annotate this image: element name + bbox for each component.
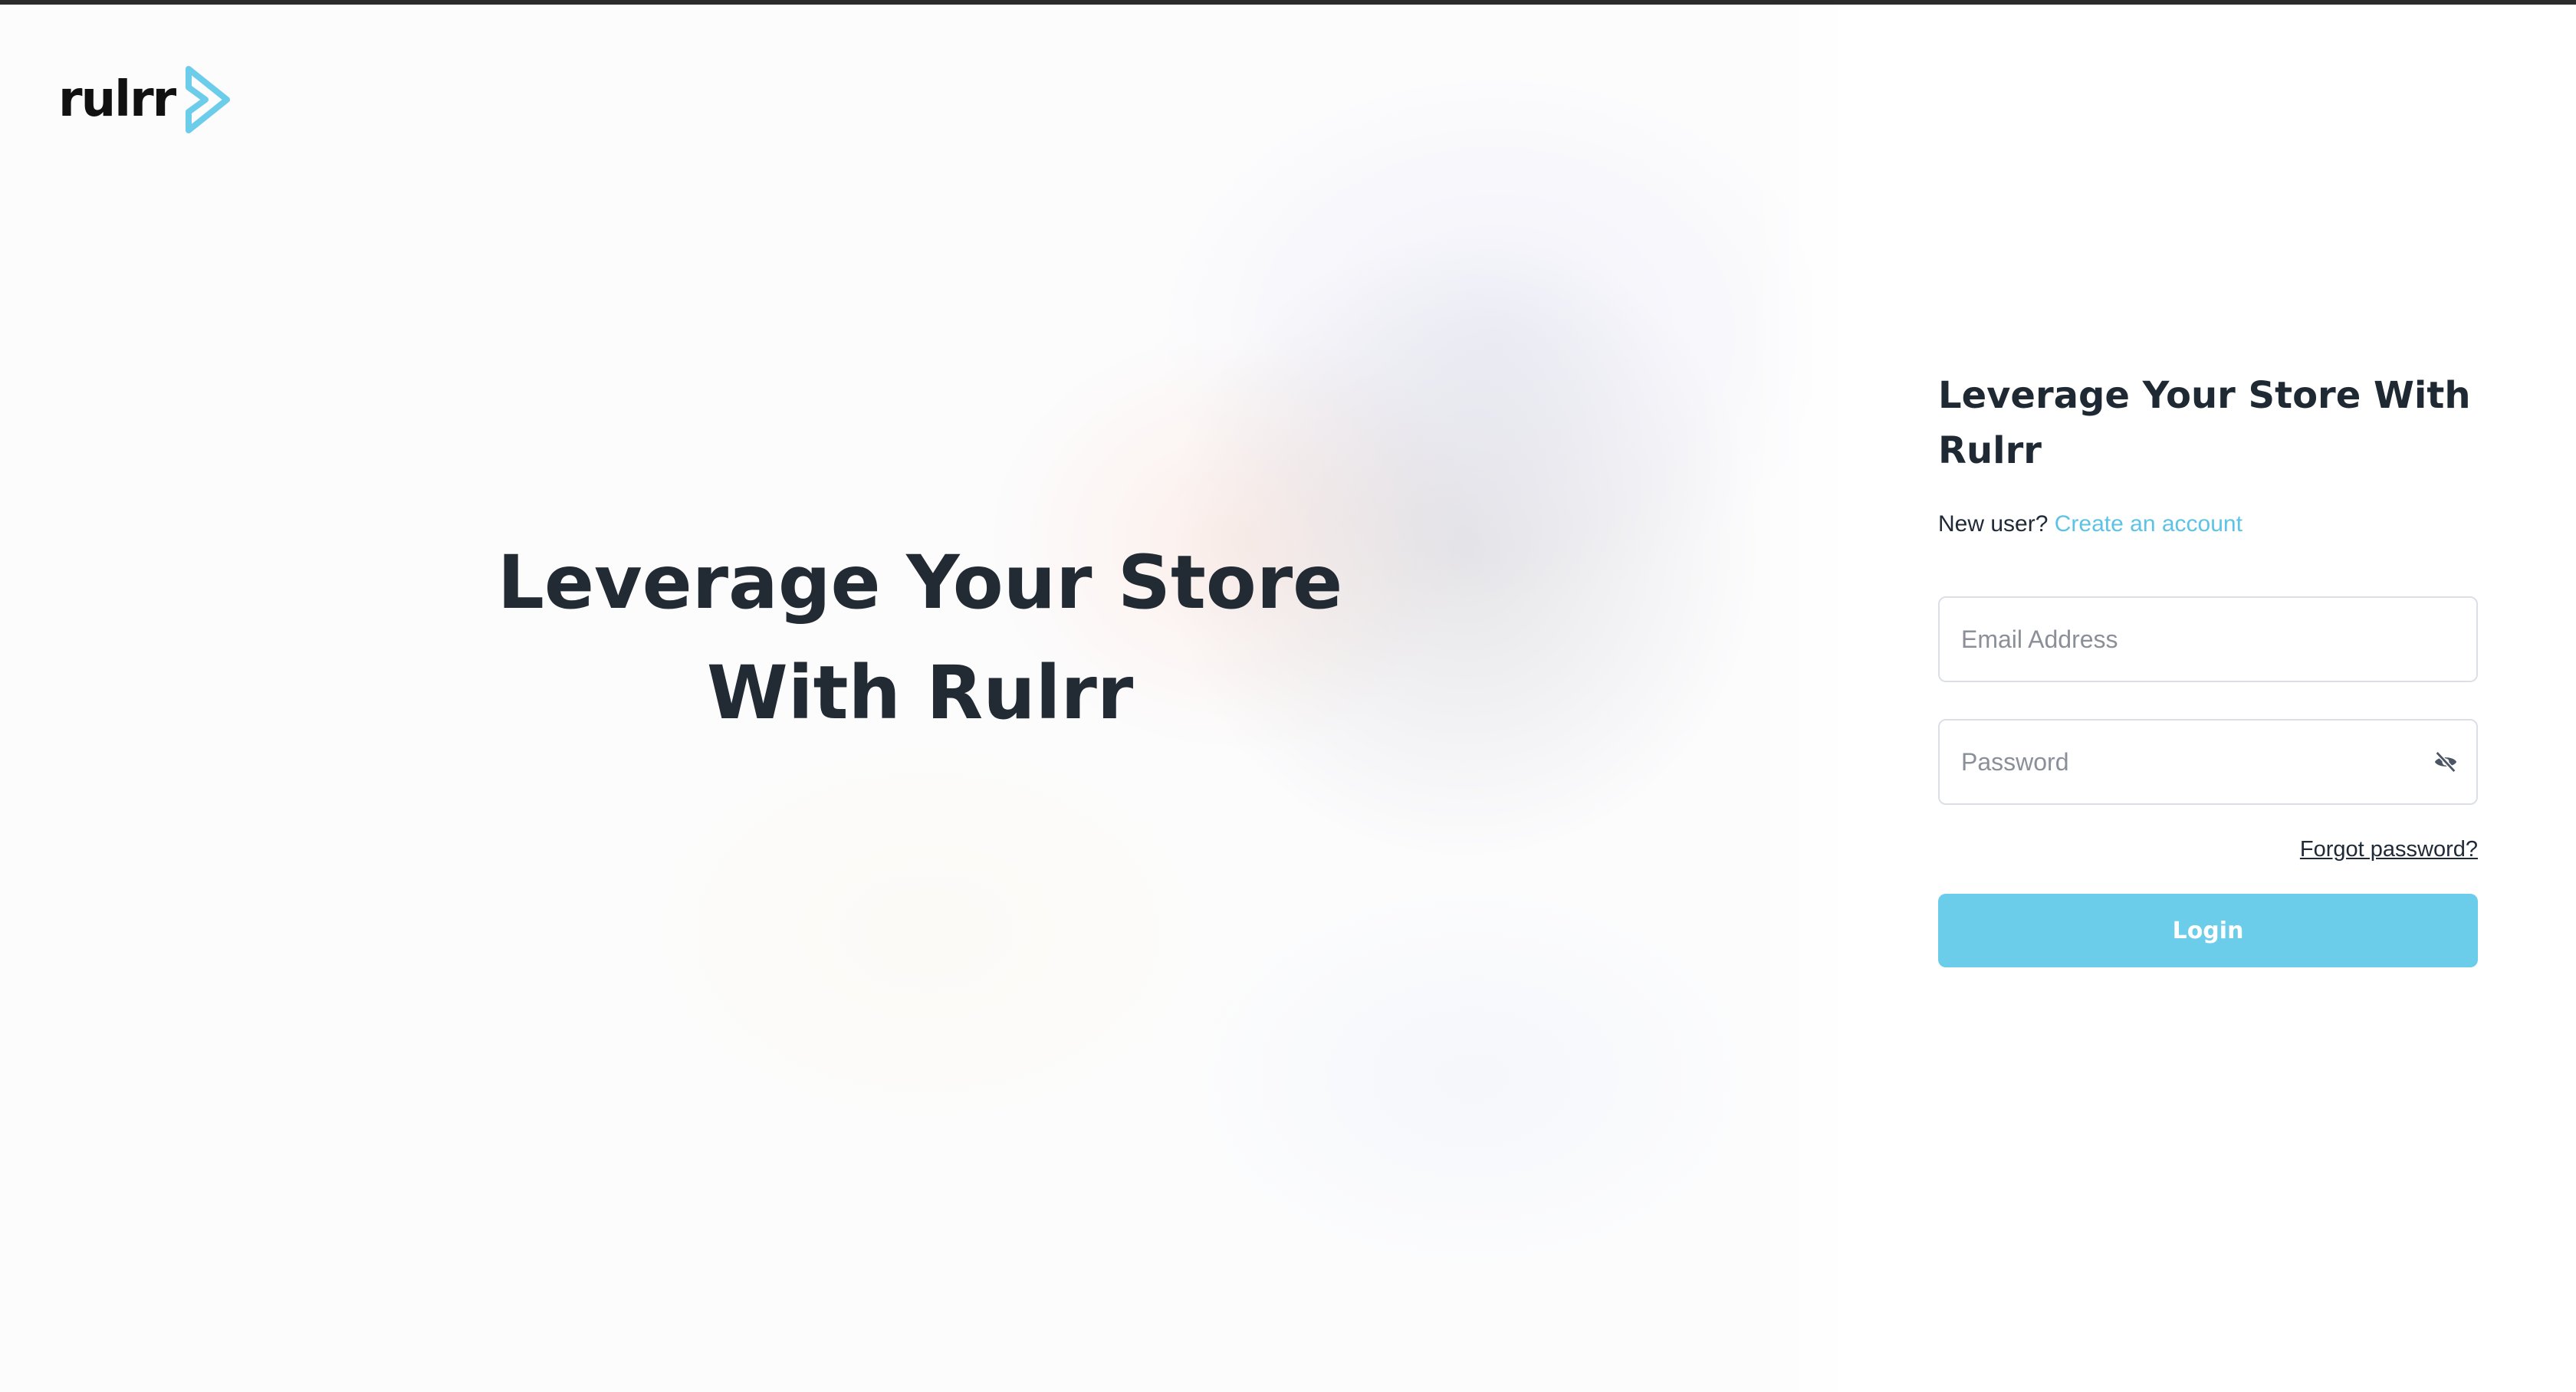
forgot-password-row: Forgot password? [1938,834,2478,865]
signup-prompt: New user? Create an account [1938,509,2478,540]
login-form: Leverage Your Store With Rulrr New user?… [1938,368,2478,967]
new-user-text: New user? [1938,511,2049,537]
login-title: Leverage Your Store With Rulrr [1938,374,2471,472]
brand-logo[interactable]: rulrr [58,63,233,136]
login-page: rulrr Leverage Your Store With Rulrr Lev… [0,0,2576,1392]
login-button[interactable]: Login [1938,894,2478,967]
background-blob [1181,878,1763,1277]
password-field-container [1938,719,2478,805]
create-account-link[interactable]: Create an account [2055,511,2242,537]
password-input[interactable] [1940,721,2476,803]
hero-edge-fade [1748,5,1840,1392]
background-blob [583,694,1273,1170]
forgot-password-link[interactable]: Forgot password? [2300,837,2478,862]
email-field-container [1938,596,2478,682]
eye-off-icon[interactable] [2430,747,2461,777]
email-input[interactable] [1940,598,2476,681]
logo-arrow-icon [186,66,231,133]
logo-wordmark: rulrr [58,71,176,128]
hero-heading: Leverage Your Store With Rulrr [497,540,1343,736]
